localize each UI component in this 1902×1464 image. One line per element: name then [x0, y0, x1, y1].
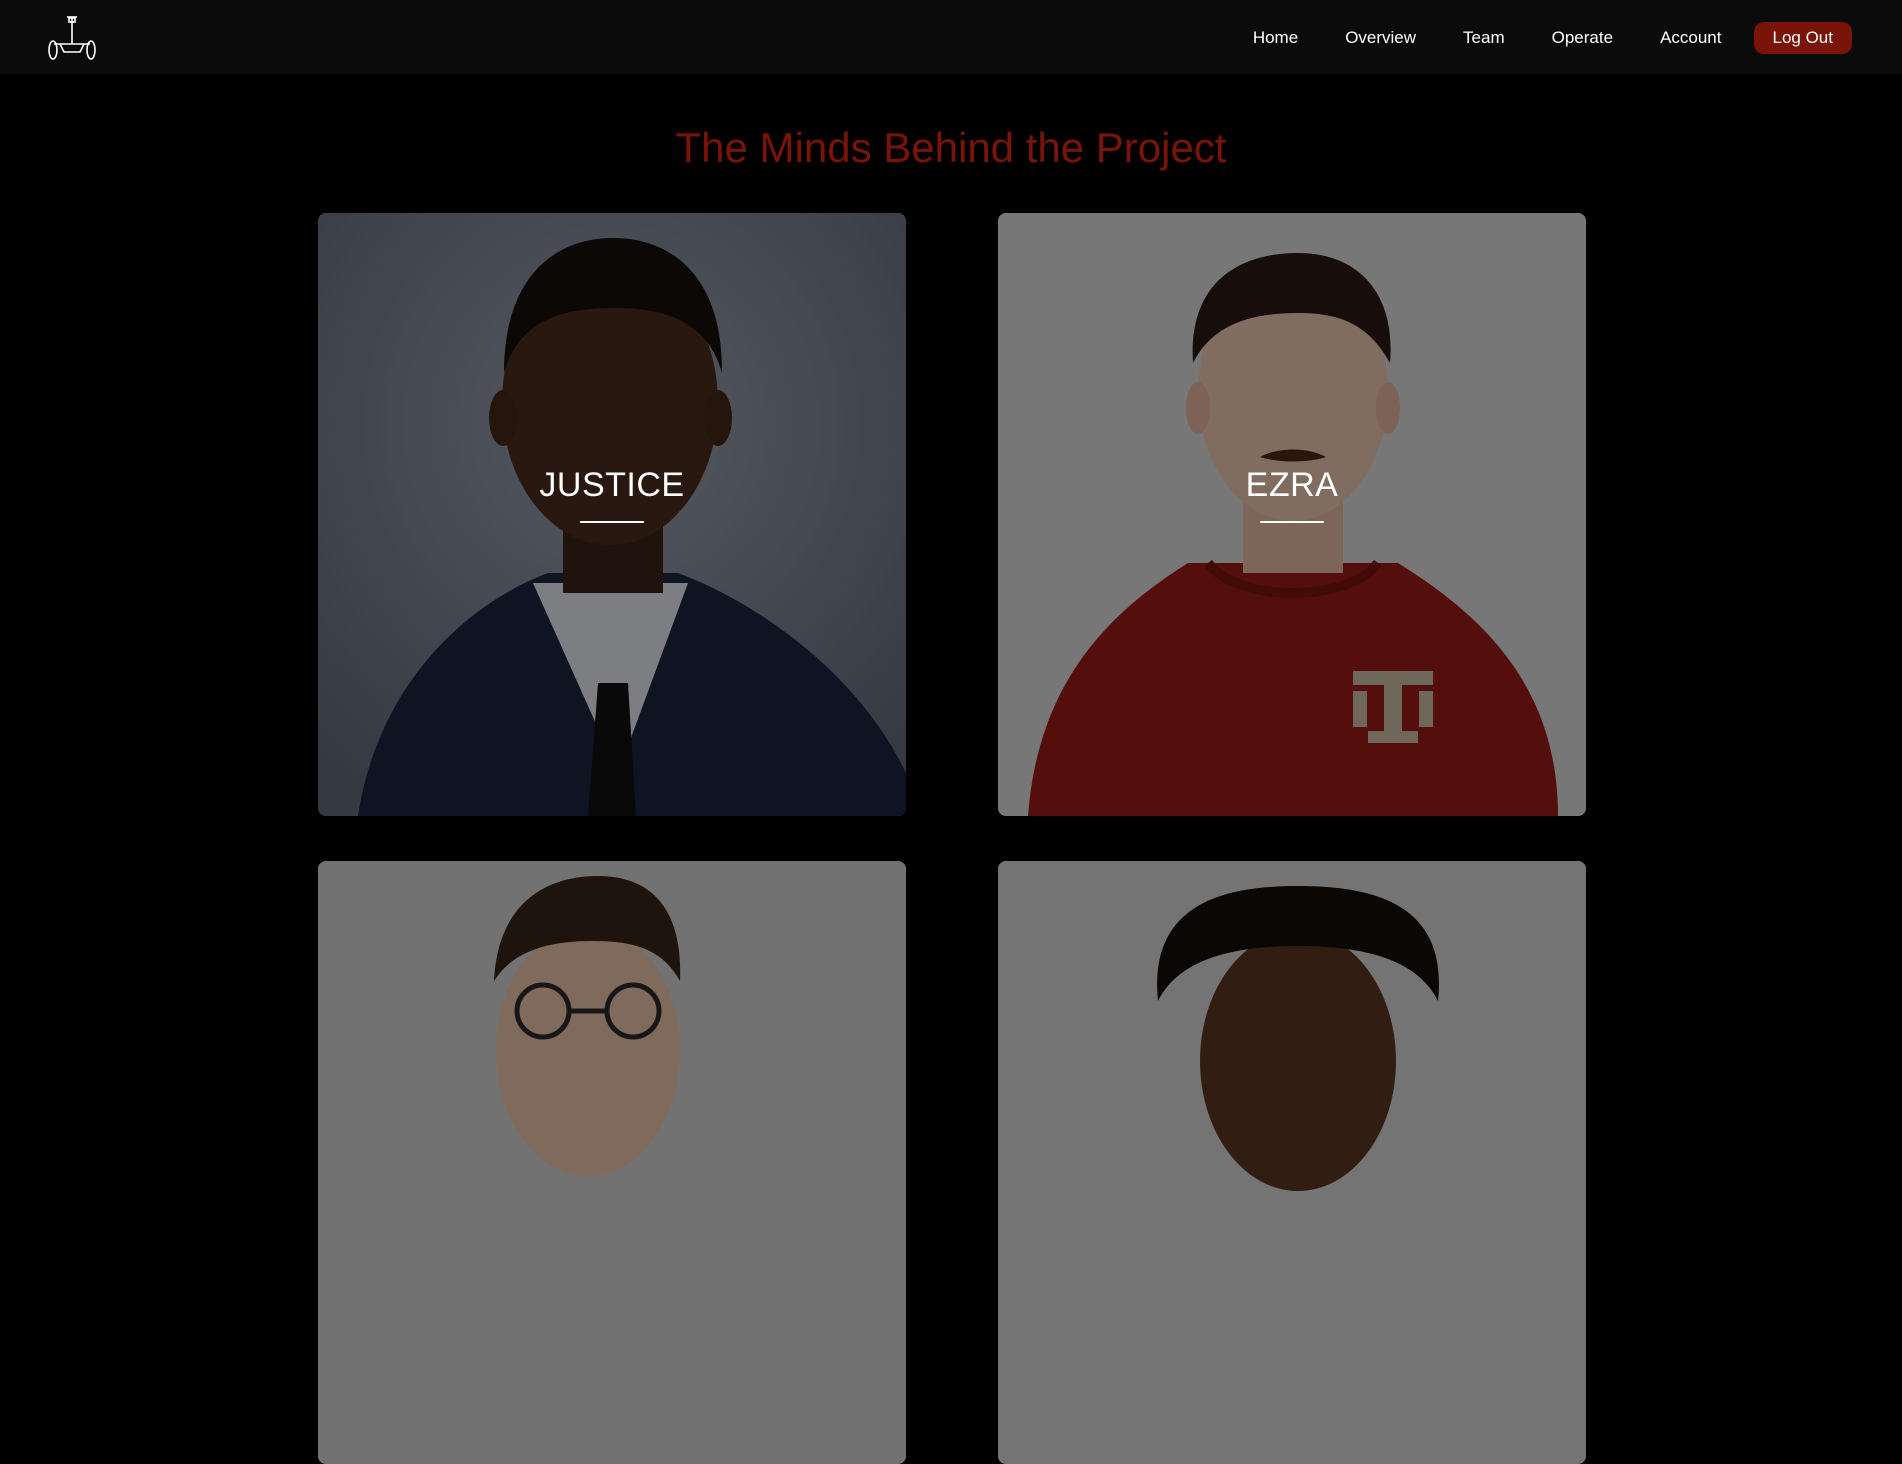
nav-overview-link[interactable]: Overview: [1345, 22, 1416, 54]
team-card-ezra[interactable]: EZRA: [998, 213, 1586, 816]
team-card-justice[interactable]: JUSTICE: [318, 213, 906, 816]
team-card-3[interactable]: [318, 861, 906, 1464]
team-card-4[interactable]: [998, 861, 1586, 1464]
team-member-name: JUSTICE: [539, 466, 685, 504]
segway-logo-icon[interactable]: [46, 14, 98, 64]
name-underline: [1260, 521, 1324, 523]
card-overlay: [998, 861, 1586, 1464]
top-navbar: Home Overview Team Operate Account Log O…: [0, 0, 1902, 74]
card-overlay: [318, 213, 906, 816]
nav-links: Home Overview Team Operate Account Log O…: [1206, 22, 1852, 54]
name-underline: [580, 521, 644, 523]
page-title: The Minds Behind the Project: [675, 124, 1227, 171]
card-overlay: [998, 213, 1586, 816]
logout-button[interactable]: Log Out: [1753, 22, 1852, 54]
nav-account-link[interactable]: Account: [1660, 22, 1721, 54]
nav-home-link[interactable]: Home: [1253, 22, 1298, 54]
nav-team-link[interactable]: Team: [1463, 22, 1505, 54]
team-member-name: EZRA: [1245, 466, 1339, 504]
card-overlay: [318, 861, 906, 1464]
nav-operate-link[interactable]: Operate: [1552, 22, 1613, 54]
